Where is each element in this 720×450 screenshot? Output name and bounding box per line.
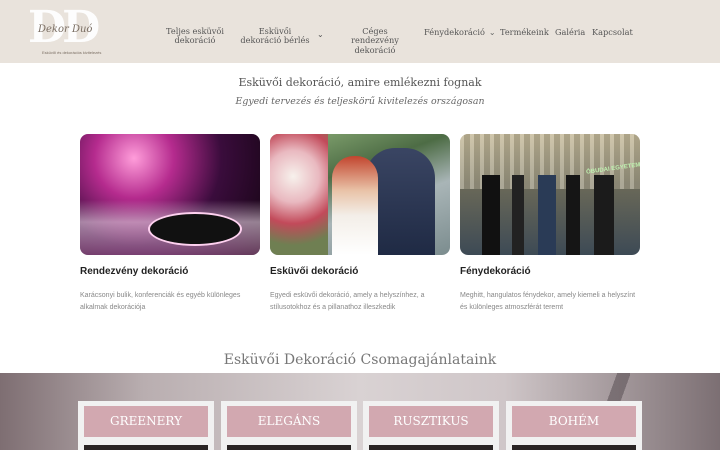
packages-section-title: Esküvői Dekoráció Csomagajánlataink [223, 352, 497, 368]
hero-title: Esküvői dekoráció, amire emlékezni fogna… [238, 76, 482, 89]
logo-script: Dekor Duó [38, 24, 93, 35]
service-title[interactable]: Esküvői dekoráció [270, 266, 358, 277]
nav-item-ceges-rendezveny-dekoracio[interactable]: Céges rendezvény dekoráció [338, 26, 412, 55]
chevron-down-icon[interactable]: ⌄ [317, 29, 324, 39]
bride-figure [332, 156, 378, 255]
package-image [512, 445, 636, 450]
package-card-greenery[interactable]: GREENERY [78, 401, 214, 450]
service-title[interactable]: Fénydekoráció [460, 266, 531, 277]
package-label[interactable]: GREENERY [84, 406, 208, 437]
site-logo[interactable]: DD Dekor Duó Esküvői és dekorációs kivit… [28, 2, 118, 58]
nav-item-galeria[interactable]: Galéria [555, 27, 586, 37]
nav-label: Céges rendezvény dekoráció [351, 26, 399, 55]
image-sign-text: ÓBUDAI EGYETEM [585, 162, 640, 176]
nav-label: Teljes esküvői dekoráció [166, 26, 224, 46]
service-image-light[interactable]: ÓBUDAI EGYETEM [460, 134, 640, 255]
people-silhouettes [460, 175, 640, 255]
service-description: Karácsonyi bulik, konferenciák és egyéb … [80, 292, 241, 311]
package-image [227, 445, 351, 450]
package-card-bohem[interactable]: BOHÉM [506, 401, 642, 450]
service-title[interactable]: Rendezvény dekoráció [80, 266, 188, 277]
nav-label: Esküvői dekoráció bérlés [240, 26, 310, 46]
service-card-feny[interactable]: ÓBUDAI EGYETEM Fénydekoráció Meghitt, ha… [460, 134, 640, 311]
service-image-wedding[interactable] [270, 134, 450, 255]
nav-item-fenydekoracio[interactable]: Fénydekoráció ⌄ [424, 27, 496, 37]
hero-subtitle: Egyedi tervezés és teljeskörű kivitelezé… [235, 96, 485, 107]
nav-label: Termékeink [500, 27, 549, 37]
site-header: DD Dekor Duó Esküvői és dekorációs kivit… [0, 0, 720, 63]
nav-label: Kapcsolat [592, 27, 633, 37]
chevron-down-icon: ⌄ [488, 28, 496, 37]
service-description: Egyedi esküvői dekoráció, amely a helysz… [270, 292, 425, 311]
package-label[interactable]: RUSZTIKUS [369, 406, 493, 437]
nav-item-termekeink[interactable]: Termékeink [500, 27, 549, 37]
package-image [84, 445, 208, 450]
nav-label: Fénydekoráció [424, 27, 485, 37]
service-description: Meghitt, hangulatos fénydekor, amely kie… [460, 292, 636, 311]
package-label[interactable]: ELEGÁNS [227, 406, 351, 437]
package-label[interactable]: BOHÉM [512, 406, 636, 437]
nav-item-teljes-eskuvoi-dekoracio[interactable]: Teljes esküvői dekoráció [166, 26, 224, 46]
package-card-elegans[interactable]: ELEGÁNS [221, 401, 357, 450]
logo-tagline: Esküvői és dekorációs kivitelezés [42, 50, 102, 55]
service-image-party[interactable] [80, 134, 260, 255]
package-card-rusztikus[interactable]: RUSZTIKUS [363, 401, 499, 450]
service-card-eskuvoi[interactable]: Esküvői dekoráció Egyedi esküvői dekorác… [270, 134, 450, 311]
nav-item-kapcsolat[interactable]: Kapcsolat [592, 27, 633, 37]
package-image [369, 445, 493, 450]
nav-item-eskuvoi-dekoracio-berles[interactable]: Esküvői dekoráció bérlés [240, 26, 310, 46]
nav-label: Galéria [555, 27, 586, 37]
service-card-rendezveny[interactable]: Rendezvény dekoráció Karácsonyi bulik, k… [80, 134, 260, 311]
